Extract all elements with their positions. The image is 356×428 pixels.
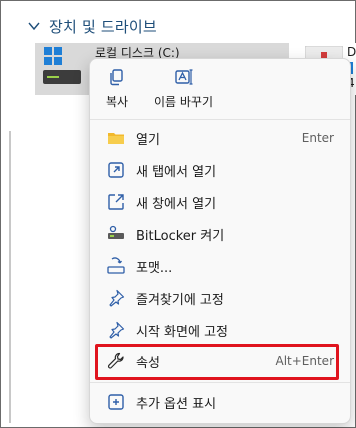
section-title: 장치 및 드라이브: [49, 17, 157, 36]
open-new-tab-icon: [106, 160, 126, 180]
navigation-divider: [9, 131, 11, 423]
windows-logo-icon: [44, 47, 62, 65]
wrench-icon: [106, 351, 126, 371]
quick-actions-bar: 복사 이름 바꾸기: [90, 59, 350, 117]
menu-item-properties[interactable]: 속성 Alt+Enter: [96, 347, 344, 375]
drive-name-partial: D: [347, 45, 356, 59]
menu-item-bitlocker[interactable]: BitLocker 켜기: [96, 220, 344, 248]
devices-and-drives-header[interactable]: 장치 및 드라이브: [27, 15, 157, 37]
context-menu: 복사 이름 바꾸기 열기 Enter 새 탭에서 열기 새 창에서 열기 Bit…: [89, 58, 351, 424]
menu-item-format[interactable]: 포맷...: [96, 252, 344, 280]
explorer-window: 장치 및 드라이브 로컬 디스크 (C:) D 4: [0, 0, 356, 428]
bitlocker-key-icon: [106, 224, 126, 244]
menu-item-open[interactable]: 열기 Enter: [96, 124, 344, 152]
menu-item-open-new-tab[interactable]: 새 탭에서 열기: [96, 156, 344, 184]
menu-item-pin-favorites[interactable]: 즐겨찾기에 고정: [96, 284, 344, 312]
menu-item-pin-start[interactable]: 시작 화면에 고정: [96, 316, 344, 344]
copy-button[interactable]: 복사: [106, 67, 128, 110]
hard-drive-icon: [43, 70, 81, 84]
pin-icon: [106, 288, 126, 308]
format-icon: [106, 256, 126, 276]
folder-open-icon: [106, 128, 126, 148]
open-new-window-icon: [106, 192, 126, 212]
copy-label: 복사: [106, 95, 129, 109]
rename-button[interactable]: 이름 바꾸기: [154, 67, 213, 110]
rename-label: 이름 바꾸기: [154, 95, 214, 109]
pin-icon: [106, 320, 126, 340]
menu-divider: [90, 119, 350, 120]
chevron-down-icon: [28, 22, 40, 31]
menu-item-more-options[interactable]: 추가 옵션 표시: [96, 388, 344, 416]
more-options-icon: [106, 392, 126, 412]
menu-divider: [90, 382, 350, 383]
menu-item-open-new-window[interactable]: 새 창에서 열기: [96, 188, 344, 216]
rename-icon: [174, 69, 192, 85]
copy-icon: [110, 69, 123, 86]
